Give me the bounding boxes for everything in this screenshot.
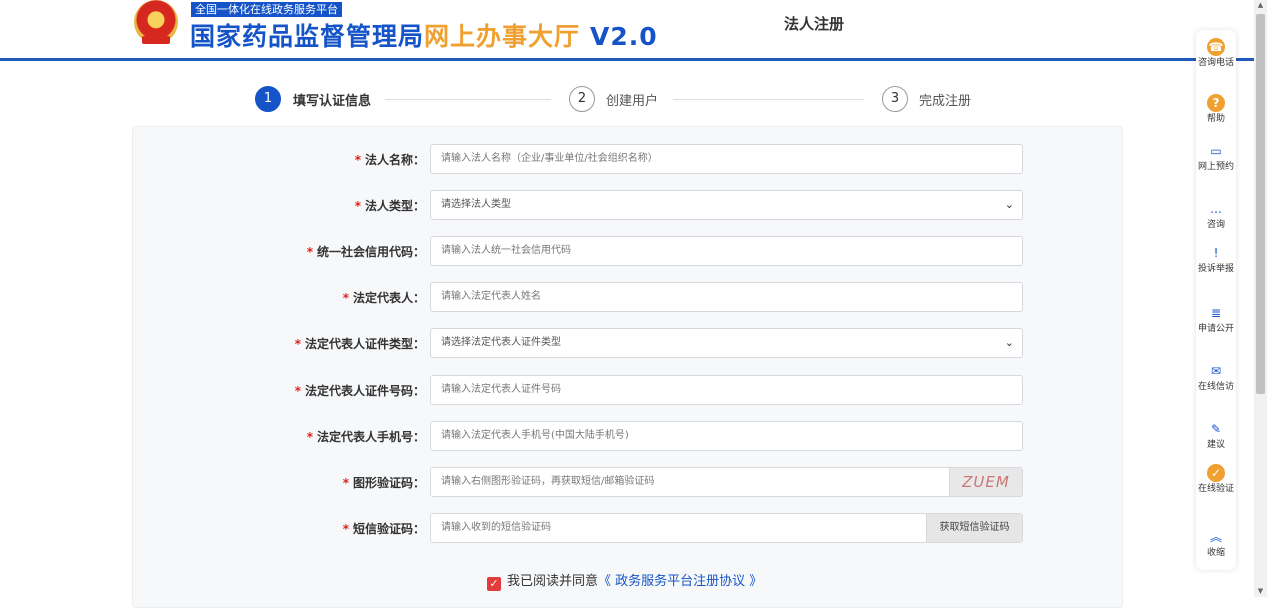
id-type-label: * 法定代表人证件类型： — [294, 337, 425, 351]
legal-type-select[interactable]: 请选择法人类型 ⌄ — [430, 190, 1023, 220]
edit-icon: ✎ — [1210, 422, 1222, 436]
step-2-number: 2 — [569, 86, 595, 112]
agree-checkbox[interactable]: ✓ — [487, 577, 501, 591]
required-mark: * — [342, 476, 349, 490]
sidebar-item-disclosure[interactable]: ≣ 申请公开 — [1196, 304, 1236, 334]
representative-label: * 法定代表人： — [342, 291, 425, 305]
legal-type-placeholder: 请选择法人类型 — [441, 199, 511, 210]
scrollbar-thumb[interactable] — [1256, 14, 1265, 394]
step-indicator: 1 填写认证信息 2 创建用户 3 完成注册 — [0, 86, 1254, 116]
sms-code-field: 请输入收到的短信验证码 获取短信验证码 — [430, 513, 1023, 543]
sidebar-item-help[interactable]: ? 帮助 — [1196, 94, 1236, 124]
required-mark: * — [354, 199, 361, 213]
agreement-row: ✓ 我已阅读并同意《 政务服务平台注册协议 》 — [487, 570, 762, 591]
form-row-credit-code: * 统一社会信用代码： 请输入法人统一社会信用代码 — [132, 236, 1121, 266]
sidebar-item-complaint[interactable]: ! 投诉举报 — [1196, 244, 1236, 274]
sms-code-label: * 短信验证码： — [342, 522, 425, 536]
credit-code-input[interactable]: 请输入法人统一社会信用代码 — [430, 236, 1023, 266]
get-sms-code-button[interactable]: 获取短信验证码 — [926, 514, 1022, 542]
chevron-down-icon: ⌄ — [1004, 336, 1014, 349]
form-row-legal-type: * 法人类型： 请选择法人类型 ⌄ — [132, 190, 1121, 220]
legal-name-label: * 法人名称： — [354, 153, 425, 167]
service-sidebar: ☎ 咨询电话 ? 帮助 ▭ 网上预约 … 咨询 ! 投诉举报 ≣ 申请公开 ✉ 在线信访 ✎ 建… — [1196, 30, 1236, 570]
required-mark: * — [342, 522, 349, 536]
id-number-input[interactable]: 请输入法定代表人证件号码 — [430, 375, 1023, 405]
sidebar-item-verify[interactable]: ✓ 在线验证 — [1196, 464, 1236, 494]
sidebar-item-collapse[interactable]: ︽ 收缩 — [1196, 528, 1236, 558]
step-3-label: 完成注册 — [919, 94, 972, 109]
id-number-label: * 法定代表人证件号码： — [294, 384, 425, 398]
step-3-number: 3 — [882, 86, 908, 112]
captcha-label: * 图形验证码： — [342, 476, 425, 490]
monitor-icon: ▭ — [1210, 144, 1222, 158]
header: 全国一体化在线政务服务平台 国家药品监督管理局网上办事大厅 V2.0 法人注册 — [0, 0, 1254, 58]
form-row-id-type: * 法定代表人证件类型： 请选择法定代表人证件类型 ⌄ — [132, 328, 1121, 358]
step-connector — [385, 99, 551, 100]
legal-name-input[interactable]: 请输入法人名称（企业/事业单位/社会组织名称） — [430, 144, 1023, 174]
required-mark: * — [342, 291, 349, 305]
step-connector — [673, 99, 864, 100]
sidebar-item-consult[interactable]: … 咨询 — [1196, 200, 1236, 230]
shield-icon: ! — [1213, 246, 1219, 260]
site-version: V2.0 — [590, 22, 658, 51]
form-row-id-number: * 法定代表人证件号码： 请输入法定代表人证件号码 — [132, 375, 1121, 405]
collapse-icon: ︽ — [1209, 530, 1222, 544]
required-mark: * — [294, 337, 301, 351]
form-row-legal-name: * 法人名称： 请输入法人名称（企业/事业单位/社会组织名称） — [132, 144, 1121, 174]
scroll-down-icon[interactable]: ▼ — [1256, 587, 1265, 595]
step-2-label: 创建用户 — [606, 94, 659, 109]
page-title: 法人注册 — [784, 15, 845, 33]
chevron-down-icon: ⌄ — [1004, 198, 1014, 211]
agree-text: 我已阅读并同意 — [507, 574, 599, 589]
national-emblem-logo — [134, 0, 178, 44]
form-row-phone: * 法定代表人手机号： 请输入法定代表人手机号(中国大陆手机号) — [132, 421, 1121, 451]
phone-input[interactable]: 请输入法定代表人手机号(中国大陆手机号) — [430, 421, 1023, 451]
site-title: 国家药品监督管理局网上办事大厅 V2.0 — [190, 17, 658, 53]
required-mark: * — [294, 384, 301, 398]
header-divider — [0, 58, 1254, 61]
phone-label: * 法定代表人手机号： — [306, 430, 425, 444]
help-icon: ? — [1207, 94, 1225, 112]
platform-tag: 全国一体化在线政务服务平台 — [191, 2, 342, 17]
sms-code-input[interactable]: 请输入收到的短信验证码 — [441, 522, 551, 533]
site-title-agency: 国家药品监督管理局 — [190, 22, 425, 51]
sidebar-item-petition[interactable]: ✉ 在线信访 — [1196, 362, 1236, 392]
chat-icon: … — [1210, 202, 1222, 216]
id-type-select[interactable]: 请选择法定代表人证件类型 ⌄ — [430, 328, 1023, 358]
document-icon: ≣ — [1210, 306, 1222, 320]
form-row-sms-code: * 短信验证码： 请输入收到的短信验证码 获取短信验证码 — [132, 513, 1121, 543]
site-title-hall: 网上办事大厅 — [424, 22, 581, 51]
captcha-input[interactable]: 请输入右侧图形验证码，再获取短信/邮箱验证码 — [441, 476, 654, 487]
verify-icon: ✓ — [1207, 464, 1225, 482]
mail-icon: ✉ — [1210, 364, 1222, 378]
phone-icon: ☎ — [1207, 38, 1225, 56]
agreement-link[interactable]: 《 政务服务平台注册协议 》 — [598, 574, 762, 589]
required-mark: * — [354, 153, 361, 167]
step-1-label: 填写认证信息 — [293, 94, 372, 109]
captcha-image[interactable]: ZUEM — [949, 468, 1022, 496]
form-row-representative: * 法定代表人： 请输入法定代表人姓名 — [132, 282, 1121, 312]
required-mark: * — [306, 430, 313, 444]
credit-code-label: * 统一社会信用代码： — [306, 245, 425, 259]
id-type-placeholder: 请选择法定代表人证件类型 — [441, 337, 561, 348]
representative-input[interactable]: 请输入法定代表人姓名 — [430, 282, 1023, 312]
scroll-up-icon[interactable]: ▲ — [1256, 1, 1265, 9]
captcha-field: 请输入右侧图形验证码，再获取短信/邮箱验证码 ZUEM — [430, 467, 1023, 497]
sidebar-item-suggestion[interactable]: ✎ 建议 — [1196, 420, 1236, 450]
legal-type-label: * 法人类型： — [354, 199, 425, 213]
form-row-captcha: * 图形验证码： 请输入右侧图形验证码，再获取短信/邮箱验证码 ZUEM — [132, 467, 1121, 497]
required-mark: * — [306, 245, 313, 259]
sidebar-item-appointment[interactable]: ▭ 网上预约 — [1196, 142, 1236, 172]
sidebar-item-consult-phone[interactable]: ☎ 咨询电话 — [1196, 38, 1236, 68]
step-1-number: 1 — [255, 86, 281, 112]
